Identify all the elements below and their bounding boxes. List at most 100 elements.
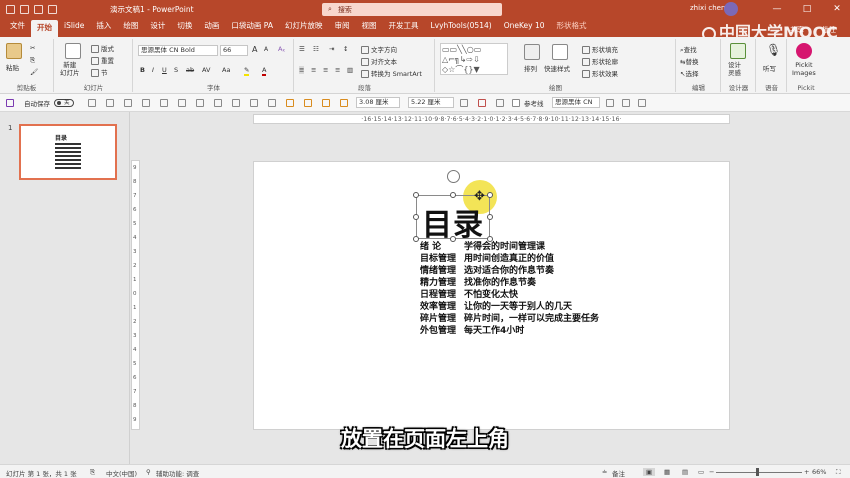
- align-left-icon[interactable]: [196, 99, 204, 107]
- align-right-icon[interactable]: ≡: [323, 66, 328, 74]
- resize-handle[interactable]: [413, 192, 419, 198]
- user-name[interactable]: zhixi chen: [690, 4, 725, 12]
- slide-thumbnail[interactable]: 目录: [19, 124, 117, 180]
- italic-icon[interactable]: I: [152, 66, 154, 74]
- tab-home[interactable]: 开始: [31, 20, 58, 37]
- eraser-icon[interactable]: [496, 99, 504, 107]
- resize-handle[interactable]: [413, 236, 419, 242]
- font-name-field[interactable]: 思源黑体 CN Bold: [138, 45, 218, 56]
- tab-view[interactable]: 视图: [355, 20, 382, 37]
- start-slideshow-icon[interactable]: [124, 99, 132, 107]
- spellcheck-icon[interactable]: ⎘: [90, 468, 95, 477]
- tab-file[interactable]: 文件: [4, 20, 31, 37]
- search-box[interactable]: ⌕ 搜索: [322, 3, 502, 16]
- copy-icon[interactable]: ⎘: [30, 56, 35, 65]
- clear-format-icon[interactable]: Aᵪ: [278, 45, 285, 53]
- align-right-icon[interactable]: [232, 99, 240, 107]
- shape-fill-button[interactable]: 形状填充: [582, 44, 618, 54]
- replace-button[interactable]: ⇆替换: [680, 56, 698, 66]
- restore-button[interactable]: □: [798, 2, 816, 16]
- avatar[interactable]: [724, 2, 738, 16]
- char-spacing-icon[interactable]: AV: [202, 66, 210, 74]
- undo-icon[interactable]: [20, 5, 29, 14]
- table-of-contents[interactable]: 绪 论 学得会的时间管理课 目标管理 用时间创造真正的价值 情绪管理 选对适合你的作息…: [420, 241, 599, 337]
- shape-outline-button[interactable]: 形状轮廓: [582, 56, 618, 66]
- tab-transitions[interactable]: 切换: [171, 20, 198, 37]
- rotate-handle-icon[interactable]: [447, 170, 460, 183]
- shape-outline-icon[interactable]: [460, 99, 468, 107]
- notes-button[interactable]: 备注: [612, 468, 625, 478]
- pickit-icon[interactable]: [796, 43, 812, 59]
- tab-islide[interactable]: iSlide: [58, 20, 90, 37]
- cut-icon[interactable]: ✂: [30, 44, 35, 52]
- justify-icon[interactable]: ≡: [335, 66, 340, 74]
- tab-insert[interactable]: 插入: [90, 20, 117, 37]
- redo-icon[interactable]: [106, 99, 114, 107]
- grow-font-button[interactable]: A: [252, 45, 257, 54]
- select-button[interactable]: ↖选择: [680, 68, 698, 78]
- reading-view-icon[interactable]: ▤: [682, 468, 688, 476]
- zoom-slider-thumb[interactable]: [756, 468, 759, 476]
- reference-line-checkbox[interactable]: [512, 99, 520, 107]
- align-middle-icon[interactable]: [268, 99, 276, 107]
- microphone-icon[interactable]: 🎙: [766, 43, 781, 57]
- layout-button[interactable]: 版式: [91, 43, 114, 53]
- reset-button[interactable]: 重置: [91, 55, 114, 65]
- share-button[interactable]: 共享: [790, 25, 804, 35]
- print-icon[interactable]: [142, 99, 150, 107]
- group-icon[interactable]: [286, 99, 294, 107]
- slide-title[interactable]: 目录: [422, 200, 484, 244]
- smartart-button[interactable]: 转换为 SmartArt: [361, 68, 422, 78]
- slide-sorter-icon[interactable]: ▦: [664, 468, 670, 476]
- change-case-icon[interactable]: Aa: [222, 66, 230, 74]
- close-button[interactable]: ✕: [828, 2, 846, 16]
- tab-review[interactable]: 审阅: [328, 20, 355, 37]
- font-color-icon[interactable]: A: [262, 66, 267, 76]
- send-backward-icon[interactable]: [340, 99, 348, 107]
- quick-styles-label[interactable]: 快速样式: [544, 63, 570, 73]
- ungroup-icon[interactable]: [304, 99, 312, 107]
- bullets-icon[interactable]: ☰: [299, 45, 305, 53]
- font-size-field[interactable]: 66: [220, 45, 248, 56]
- format-painter-icon[interactable]: 🖌: [30, 68, 38, 76]
- tab-animations[interactable]: 动画: [198, 20, 225, 37]
- fit-to-window-icon[interactable]: ⛶: [836, 468, 841, 477]
- undo-icon[interactable]: [88, 99, 96, 107]
- quick-styles-icon[interactable]: [552, 44, 568, 60]
- shrink-font-button[interactable]: A: [264, 46, 268, 53]
- more-commands-icon[interactable]: [638, 99, 646, 107]
- paste-label[interactable]: 粘贴: [6, 62, 19, 72]
- shape-height-field[interactable]: 5.22 厘米: [408, 97, 454, 108]
- align-text-button[interactable]: 对齐文本: [361, 56, 397, 66]
- accessibility-status[interactable]: 辅助功能: 调查: [156, 468, 199, 478]
- customize-icon[interactable]: [48, 5, 57, 14]
- resize-handle[interactable]: [487, 214, 493, 220]
- save-icon[interactable]: [6, 99, 14, 107]
- shadow-icon[interactable]: S: [174, 66, 178, 74]
- zoom-out-icon[interactable]: −: [709, 468, 714, 476]
- arrange-icon[interactable]: [524, 44, 540, 60]
- align-top-icon[interactable]: [250, 99, 258, 107]
- design-ideas-label[interactable]: 设计 灵感: [728, 61, 741, 77]
- shapes-gallery[interactable]: ▭▭╲╲○▭ △⌐╗↳⇨⇩ ◇☆⌒{}▼: [440, 43, 508, 75]
- design-ideas-icon[interactable]: [730, 43, 746, 59]
- align-center-icon[interactable]: ≡: [311, 66, 316, 74]
- strikethrough-icon[interactable]: ab: [186, 66, 194, 74]
- shape-width-field[interactable]: 3.08 厘米: [356, 97, 400, 108]
- resize-handle[interactable]: [450, 192, 456, 198]
- font-size-up-icon[interactable]: [606, 99, 614, 107]
- highlight-icon[interactable]: ✎: [244, 66, 250, 76]
- font-size-down-icon[interactable]: [622, 99, 630, 107]
- find-button[interactable]: ⌕查找: [680, 44, 697, 55]
- resize-handle[interactable]: [487, 192, 493, 198]
- tab-draw[interactable]: 绘图: [117, 20, 144, 37]
- shape-effects-button[interactable]: 形状效果: [582, 68, 618, 78]
- tab-shape-format[interactable]: 形状格式: [550, 20, 592, 37]
- tab-pocket-animation[interactable]: 口袋动画 PA: [225, 20, 279, 37]
- align-icon[interactable]: [160, 99, 168, 107]
- save-icon[interactable]: [6, 5, 15, 14]
- numbering-icon[interactable]: ☷: [313, 45, 319, 53]
- tab-lvyhtools[interactable]: LvyhTools(0514): [424, 20, 497, 37]
- bring-forward-icon[interactable]: [322, 99, 330, 107]
- tab-design[interactable]: 设计: [144, 20, 171, 37]
